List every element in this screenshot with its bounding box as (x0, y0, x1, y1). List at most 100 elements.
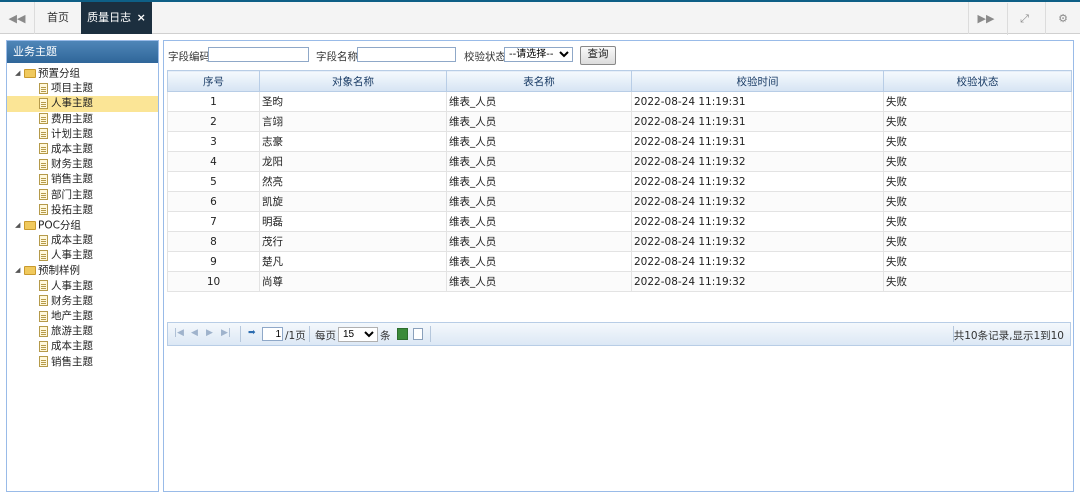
tree-item[interactable]: 财务主题 (7, 157, 158, 172)
tree-group[interactable]: ◢ 预制样例 (7, 263, 158, 278)
table-cell: 然亮 (259, 171, 447, 192)
table-cell: 维表_人员 (446, 231, 632, 252)
table-row[interactable]: 10 尚尊 维表_人员 2022-08-24 11:19:32 失败 (167, 271, 1072, 292)
tree-item-label: 部门主题 (51, 188, 93, 201)
log-table: 序号 对象名称 表名称 校验时间 校验状态 1 圣昀 维表_人员 2022-08-24… (167, 70, 1072, 292)
table-cell: 1 (167, 91, 260, 112)
tree-item[interactable]: 计划主题 (7, 127, 158, 142)
document-icon (39, 97, 48, 109)
tree-group-label: 预制样例 (38, 264, 80, 277)
tab-home[interactable]: 首页 (35, 2, 82, 34)
tree-item[interactable]: 地产主题 (7, 309, 158, 324)
table-cell: 5 (167, 171, 260, 192)
table-row[interactable]: 8 茂行 维表_人员 2022-08-24 11:19:32 失败 (167, 231, 1072, 252)
document-icon (39, 189, 48, 200)
tree-item[interactable]: 投拓主题 (7, 203, 158, 218)
page-number-input[interactable] (262, 327, 283, 341)
expand-icon[interactable]: ◢ (15, 218, 24, 233)
tree-item[interactable]: 部门主题 (7, 188, 158, 203)
table-cell: 失败 (883, 131, 1072, 152)
tree-item[interactable]: 费用主题 (7, 112, 158, 127)
table-row[interactable]: 9 楚凡 维表_人员 2022-08-24 11:19:32 失败 (167, 251, 1072, 272)
table-cell: 维表_人员 (446, 211, 632, 232)
table-row[interactable]: 1 圣昀 维表_人员 2022-08-24 11:19:31 失败 (167, 91, 1072, 112)
scroll-left-icon[interactable]: ◀◀ (0, 2, 35, 34)
tree-item[interactable]: 人事主题 (7, 248, 158, 263)
table-header-row: 序号 对象名称 表名称 校验时间 校验状态 (167, 70, 1072, 92)
tree-item[interactable]: 旅游主题 (7, 324, 158, 339)
table-cell: 6 (167, 191, 260, 212)
tree-item[interactable]: 成本主题 (7, 233, 158, 248)
prev-page-icon[interactable]: ◀ (191, 328, 198, 338)
column-header[interactable]: 校验状态 (883, 70, 1072, 92)
close-icon[interactable]: × (137, 11, 146, 24)
scroll-right-icon[interactable]: ▶▶ (968, 2, 1003, 34)
tree-item-label: 人事主题 (51, 249, 93, 262)
tree-item-label: 财务主题 (51, 294, 93, 307)
table-cell: 明磊 (259, 211, 447, 232)
table-row[interactable]: 7 明磊 维表_人员 2022-08-24 11:19:32 失败 (167, 211, 1072, 232)
tab-bar: ◀◀ 首页 质量日志 × ▶▶ ⤢ ⚙ (0, 0, 1080, 35)
business-topic-panel: 业务主题 ◢ 预置分组 项目主题 人事主题 费用主题 计划主题 成本主题 财务主题 销售主题 部门… (6, 40, 159, 492)
folder-icon (24, 69, 36, 78)
folder-icon (24, 266, 36, 276)
tree-item[interactable]: 财务主题 (7, 294, 158, 309)
column-header[interactable]: 序号 (167, 70, 260, 92)
per-page-select[interactable]: 15 (338, 327, 378, 342)
field-code-label: 字段编码 (168, 51, 210, 63)
tree-item-label: 项目主题 (51, 82, 93, 95)
tree-item[interactable]: 项目主题 (7, 81, 158, 96)
document-icon[interactable] (413, 328, 423, 340)
table-cell: 7 (167, 211, 260, 232)
table-cell: 8 (167, 231, 260, 252)
field-code-input[interactable] (208, 47, 309, 62)
table-row[interactable]: 3 志豪 维表_人员 2022-08-24 11:19:31 失败 (167, 131, 1072, 152)
tree-item-label: 成本主题 (51, 142, 93, 155)
table-row[interactable]: 4 龙阳 维表_人员 2022-08-24 11:19:32 失败 (167, 151, 1072, 172)
tree-item[interactable]: 成本主题 (7, 339, 158, 354)
settings-icon[interactable]: ⚙ (1045, 2, 1080, 34)
table-cell: 3 (167, 131, 260, 152)
expand-icon[interactable]: ◢ (15, 66, 24, 81)
field-name-input[interactable] (357, 47, 456, 62)
fullscreen-icon[interactable]: ⤢ (1006, 2, 1042, 35)
document-icon (39, 204, 48, 216)
table-cell: 失败 (883, 171, 1072, 192)
tree-group[interactable]: ◢ 预置分组 (7, 66, 158, 81)
tree-item-label: 计划主题 (51, 127, 93, 140)
table-cell: 维表_人员 (446, 91, 632, 112)
tree-item[interactable]: 成本主题 (7, 142, 158, 157)
pager-divider (430, 326, 431, 342)
tree-item[interactable]: 销售主题 (7, 355, 158, 370)
expand-icon[interactable]: ◢ (15, 263, 24, 278)
table-cell: 楚凡 (259, 251, 447, 272)
tree-item-label: 人事主题 (51, 97, 93, 110)
refresh-icon[interactable]: ➡ (248, 328, 256, 338)
tree-item[interactable]: 人事主题 (7, 279, 158, 294)
table-cell: 2022-08-24 11:19:31 (631, 111, 884, 132)
table-cell: 维表_人员 (446, 111, 632, 132)
table-cell: 维表_人员 (446, 191, 632, 212)
tree-group-label: 预置分组 (38, 67, 80, 80)
column-header[interactable]: 对象名称 (259, 70, 447, 92)
next-page-icon[interactable]: ▶ (206, 328, 213, 338)
record-info: 共10条记录,显示1到10 (953, 330, 1064, 342)
tree-item[interactable]: 销售主题 (7, 172, 158, 187)
excel-export-icon[interactable] (397, 328, 408, 340)
per-page-label: 每页 (315, 330, 336, 342)
table-row[interactable]: 5 然亮 维表_人员 2022-08-24 11:19:32 失败 (167, 171, 1072, 192)
last-page-icon[interactable]: ▶| (221, 328, 231, 338)
first-page-icon[interactable]: |◀ (174, 328, 184, 338)
tree-item[interactable]: 人事主题 (7, 96, 158, 112)
tree-item-label: 地产主题 (51, 310, 93, 322)
tree-group[interactable]: ◢ POC分组 (7, 218, 158, 233)
table-cell: 2022-08-24 11:19:32 (631, 191, 884, 212)
table-row[interactable]: 6 凯旋 维表_人员 2022-08-24 11:19:32 失败 (167, 191, 1072, 212)
query-button[interactable]: 查询 (580, 46, 616, 65)
tab-quality-log[interactable]: 质量日志 × (81, 2, 152, 34)
tree-item-label: 销售主题 (51, 355, 93, 368)
table-row[interactable]: 2 言翊 维表_人员 2022-08-24 11:19:31 失败 (167, 111, 1072, 132)
column-header[interactable]: 表名称 (446, 70, 632, 92)
column-header[interactable]: 校验时间 (631, 70, 884, 92)
status-select[interactable]: --请选择-- (504, 47, 573, 62)
